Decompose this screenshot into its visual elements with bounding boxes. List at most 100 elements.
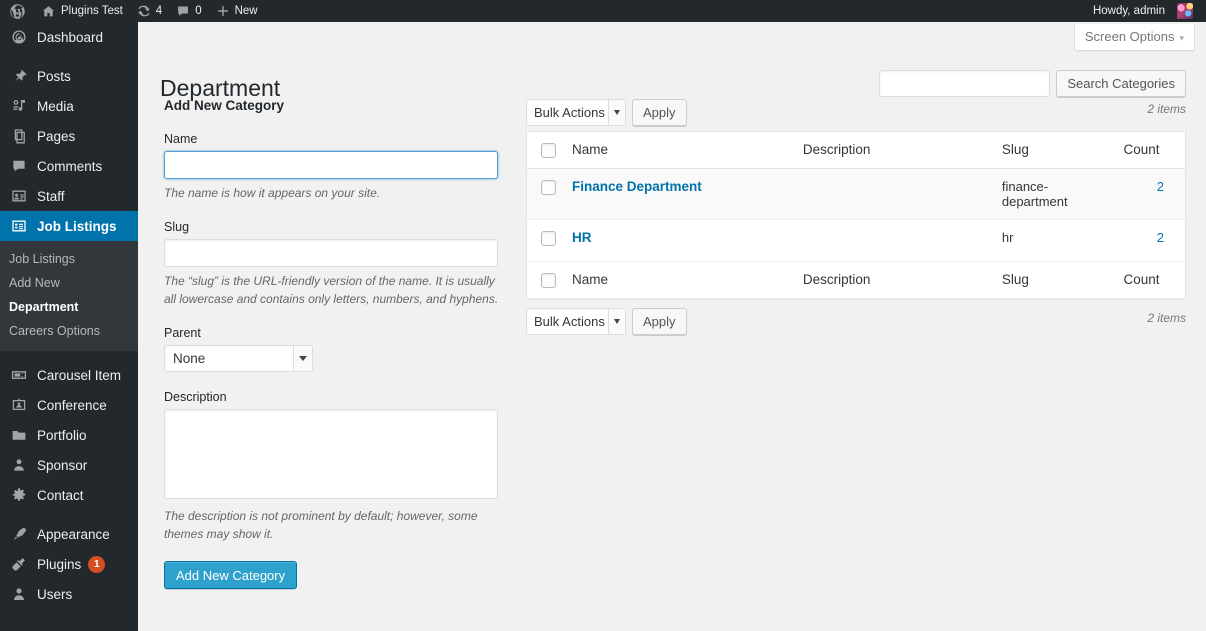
sidebar-item-label: Contact (37, 487, 84, 503)
select-all-checkbox-bottom[interactable] (541, 272, 556, 288)
screen-options-label: Screen Options (1084, 29, 1175, 44)
sidebar-item-appearance[interactable]: Appearance (0, 519, 138, 549)
sidebar-item-conference[interactable]: Conference (0, 390, 138, 420)
category-name-link[interactable]: HR (572, 230, 592, 245)
table-footer-row: Name Description Slug Count (526, 260, 1186, 299)
sidebar-subitem-department[interactable]: Department (0, 295, 138, 319)
comment-bubble-icon (9, 156, 29, 176)
categories-table: Name Description Slug Count Finance Depa… (526, 131, 1186, 299)
row-description-cell (794, 219, 994, 262)
sidebar-item-plugins[interactable]: Plugins 1 (0, 549, 138, 579)
row-select-cell (526, 219, 564, 262)
search-form: Search Categories (879, 70, 1186, 97)
sidebar-item-posts[interactable]: Posts (0, 61, 138, 91)
site-name-label: Plugins Test (61, 5, 123, 17)
wordpress-logo-icon[interactable] (0, 0, 34, 22)
row-name-cell: HR (564, 219, 795, 262)
tablenav-top: Bulk Actions Apply 2 items (526, 98, 1186, 127)
sidebar-item-label: Plugins (37, 556, 82, 572)
category-count-link[interactable]: 2 (1157, 179, 1164, 194)
apply-button-bottom[interactable]: Apply (632, 307, 687, 335)
form-heading: Add New Category (164, 98, 285, 113)
sidebar-item-label: Media (37, 98, 74, 114)
new-label: New (234, 5, 258, 17)
updates-menu[interactable]: 4 (130, 0, 169, 22)
gear-icon (9, 485, 29, 505)
name-input[interactable] (164, 151, 498, 179)
column-header-name[interactable]: Name (564, 131, 795, 169)
sidebar-subitem-careers-options[interactable]: Careers Options (0, 319, 138, 343)
row-count-cell: 2 (1115, 168, 1186, 220)
user-icon (9, 584, 29, 604)
sidebar-item-portfolio[interactable]: Portfolio (0, 420, 138, 450)
sidebar-item-comments[interactable]: Comments (0, 151, 138, 181)
apply-button-top[interactable]: Apply (632, 99, 687, 126)
search-input[interactable] (879, 70, 1051, 97)
slug-help-text: The “slug” is the URL-friendly version o… (164, 274, 499, 306)
folder-icon (9, 425, 29, 445)
row-description-cell (794, 168, 994, 220)
comments-menu[interactable]: 0 (169, 0, 208, 22)
plug-icon (9, 554, 29, 574)
sidebar-subitem-add-new[interactable]: Add New (0, 271, 138, 295)
new-content-menu[interactable]: New (209, 0, 265, 22)
home-icon (41, 4, 56, 19)
select-all-checkbox-top[interactable] (541, 142, 556, 158)
chevron-down-icon (608, 308, 625, 334)
row-slug-cell: finance-department (993, 168, 1116, 220)
table-header-row: Name Description Slug Count (526, 131, 1186, 169)
sidebar-item-label: Carousel Item (37, 367, 122, 383)
row-count-cell: 2 (1115, 219, 1186, 262)
column-footer-name[interactable]: Name (564, 260, 795, 299)
column-header-count[interactable]: Count (1115, 131, 1186, 169)
sidebar-item-staff[interactable]: Staff (0, 181, 138, 211)
bulk-actions-select-bottom[interactable]: Bulk Actions (526, 307, 626, 335)
sidebar-item-job-listings[interactable]: Job Listings (0, 211, 146, 241)
search-categories-button[interactable]: Search Categories (1056, 70, 1186, 97)
row-checkbox[interactable] (541, 231, 556, 246)
my-account-menu[interactable]: Howdy, admin (1086, 0, 1200, 22)
parent-field-group: Parent None (164, 326, 509, 372)
sidebar-item-label: Job Listings (37, 218, 117, 234)
sidebar-item-pages[interactable]: Pages (0, 121, 138, 151)
sidebar-item-users[interactable]: Users (0, 579, 138, 609)
media-note-icon (9, 96, 29, 116)
items-count-bottom: 2 items (1147, 310, 1186, 325)
items-count-top: 2 items (1147, 102, 1186, 116)
column-header-description[interactable]: Description (794, 131, 994, 169)
screen-options-button[interactable]: Screen Options ▾ (1073, 24, 1195, 51)
category-name-link[interactable]: Finance Department (572, 179, 702, 194)
sidebar-item-dashboard[interactable]: Dashboard (0, 22, 138, 52)
slug-input[interactable] (164, 239, 498, 267)
column-footer-slug[interactable]: Slug (993, 260, 1116, 299)
sidebar-subitem-job-listings[interactable]: Job Listings (0, 247, 138, 271)
table-row: Finance Department finance-department 2 (526, 168, 1186, 220)
row-checkbox[interactable] (541, 180, 556, 195)
description-textarea[interactable] (164, 409, 498, 499)
sidebar-item-label: Dashboard (37, 29, 104, 45)
sidebar-item-carousel-item[interactable]: Carousel Item (0, 360, 138, 390)
tablenav-bottom: Bulk Actions Apply 2 items (526, 307, 1186, 336)
wordpress-logo-icon (9, 3, 26, 20)
column-footer-description[interactable]: Description (794, 260, 994, 299)
category-count-link[interactable]: 2 (1157, 230, 1164, 245)
howdy-label: Howdy, admin (1092, 5, 1165, 17)
admin-bar: Plugins Test 4 0 New Howdy, admin (0, 0, 1206, 22)
chevron-down-icon (293, 346, 312, 371)
user-badge-icon (9, 455, 29, 475)
sidebar-item-contact[interactable]: Contact (0, 480, 138, 510)
site-name-menu[interactable]: Plugins Test (34, 0, 130, 22)
select-all-footer (526, 260, 564, 299)
chevron-down-icon: ▾ (1179, 33, 1184, 43)
parent-select[interactable]: None (164, 345, 313, 372)
slug-label: Slug (164, 220, 190, 234)
select-all-header (526, 131, 564, 169)
comments-count: 0 (195, 5, 202, 17)
sidebar-item-media[interactable]: Media (0, 91, 138, 121)
add-new-category-button[interactable]: Add New Category (164, 561, 298, 589)
column-header-slug[interactable]: Slug (993, 131, 1116, 169)
column-footer-count[interactable]: Count (1115, 260, 1186, 299)
sidebar-item-sponsor[interactable]: Sponsor (0, 450, 138, 480)
name-label: Name (164, 132, 198, 146)
bulk-actions-select-top[interactable]: Bulk Actions (526, 99, 626, 126)
